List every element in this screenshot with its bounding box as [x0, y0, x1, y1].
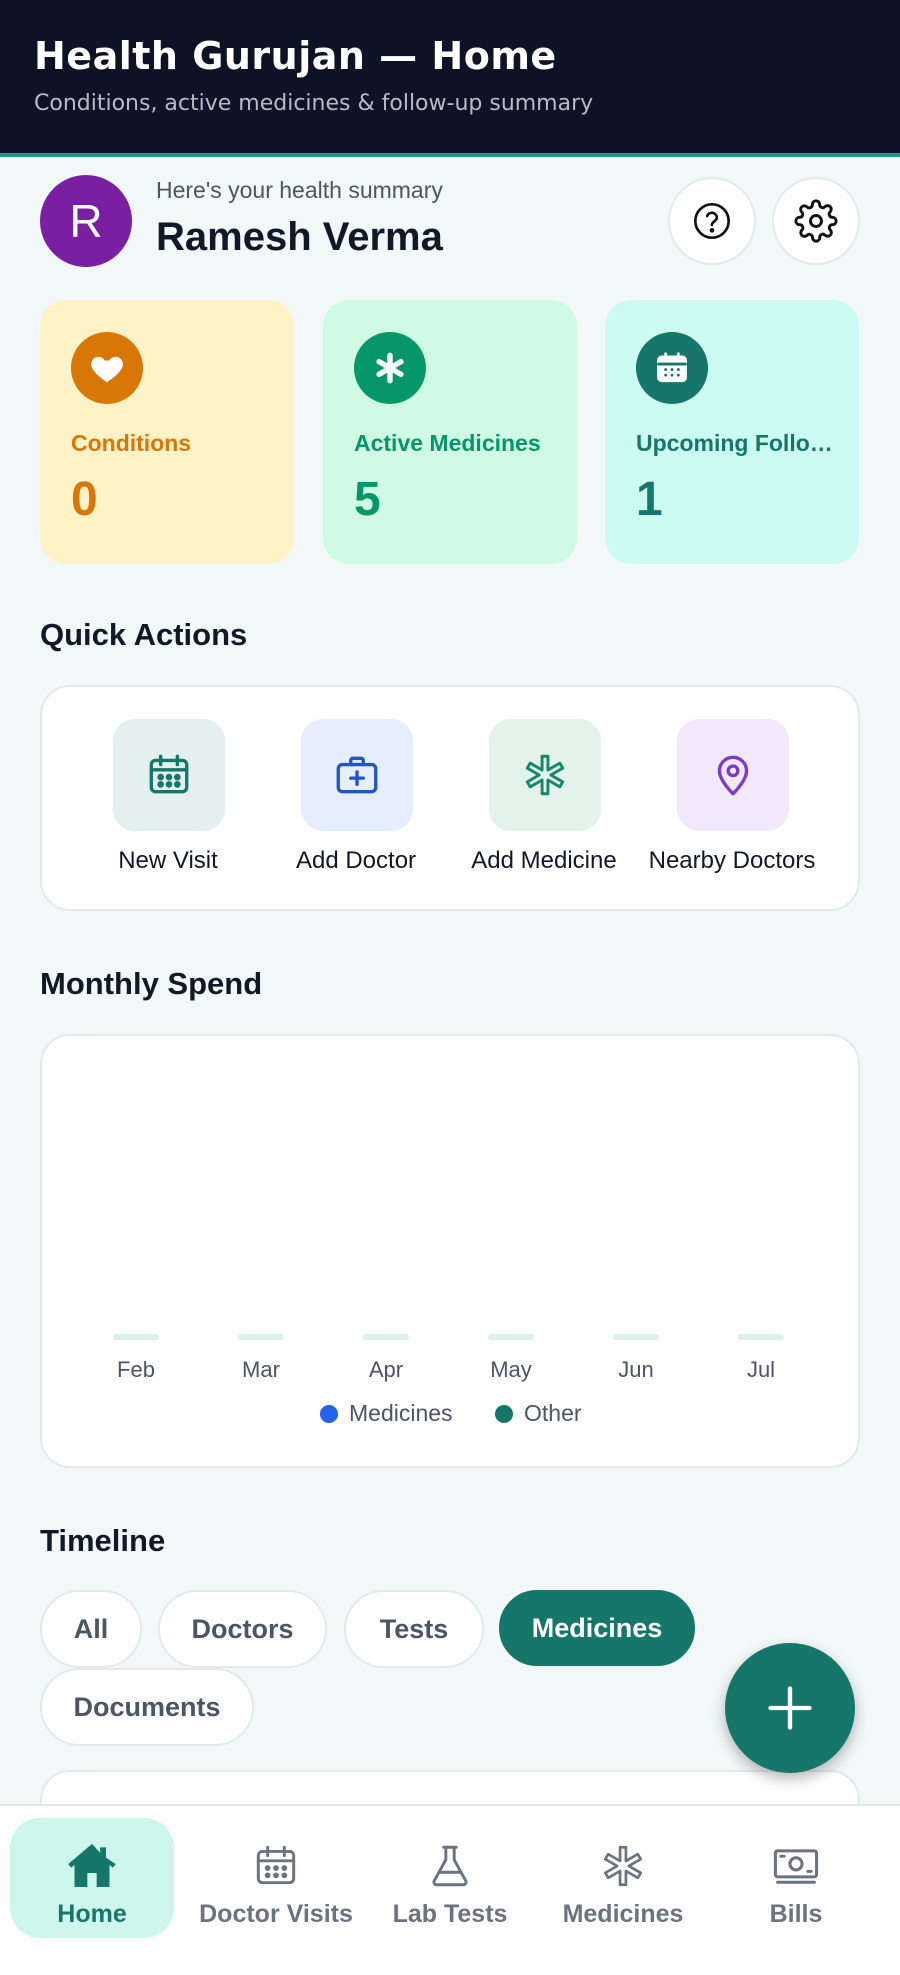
calendar-icon [113, 719, 225, 831]
stat-label: Active Medicines [354, 430, 541, 456]
quick-actions-card: New Visit Add Doctor Add Medicine Nearby… [40, 685, 860, 911]
bar-track [738, 1334, 784, 1340]
quick-action-add-medicine[interactable]: Add Medicine [454, 719, 634, 879]
nav-doctor-visits[interactable]: Doctor Visits [194, 1818, 358, 1938]
user-summary: R Here's your health summary Ramesh Verm… [40, 175, 860, 267]
bar-track [113, 1334, 159, 1340]
stat-label: Conditions [71, 430, 192, 456]
nav-lab-tests[interactable]: Lab Tests [368, 1818, 532, 1938]
avatar[interactable]: R [40, 175, 132, 267]
quick-action-label: Add Medicine [471, 847, 617, 874]
x-tick-label: Jun [618, 1357, 653, 1382]
legend-label: Other [524, 1400, 582, 1426]
x-tick-label: Feb [117, 1357, 155, 1382]
help-icon [694, 203, 730, 239]
quick-action-label: Add Doctor [295, 847, 417, 874]
chip-doctors[interactable]: Doctors [158, 1590, 327, 1668]
bottom-navigation: Home Doctor Visits Lab Tests Medicines B… [0, 1804, 900, 1975]
medical-bag-icon [301, 719, 413, 831]
nav-home[interactable]: Home [10, 1818, 174, 1938]
nav-medicines[interactable]: Medicines [541, 1818, 705, 1938]
asterisk-icon [354, 332, 426, 404]
quick-action-label: Nearby Doctors [648, 847, 816, 874]
heart-icon [71, 332, 143, 404]
map-pin-icon [677, 719, 789, 831]
add-fab-button[interactable] [725, 1643, 855, 1773]
x-tick-label: May [490, 1357, 532, 1382]
quick-actions-title: Quick Actions [40, 617, 248, 652]
nav-label: Home [57, 1900, 127, 1928]
bar-track [488, 1334, 534, 1340]
stat-card-conditions[interactable]: Conditions 0 [40, 300, 294, 564]
nav-label: Bills [769, 1900, 823, 1928]
stat-card-upcoming-followups[interactable]: Upcoming Follo… 1 [605, 300, 859, 564]
help-button[interactable] [668, 177, 756, 265]
nav-label: Lab Tests [392, 1900, 508, 1928]
legend-swatch [495, 1405, 513, 1423]
monthly-spend-chart: Feb Mar Apr May Jun Jul Medicines Other [113, 1334, 784, 1426]
asterisk-icon [489, 719, 601, 831]
x-tick-label: Mar [242, 1357, 280, 1382]
stat-value: 1 [636, 473, 663, 526]
gear-icon [794, 199, 838, 243]
stat-value: 0 [71, 473, 98, 526]
chip-all[interactable]: All [40, 1590, 142, 1668]
chip-medicines[interactable]: Medicines [499, 1590, 695, 1666]
page-subtitle: Conditions, active medicines & follow-up… [34, 91, 594, 116]
x-tick-label: Apr [369, 1357, 403, 1382]
legend-label: Medicines [349, 1400, 453, 1426]
legend-swatch [320, 1405, 338, 1423]
page-title: Health Gurujan — Home [34, 34, 557, 78]
quick-action-nearby-doctors[interactable]: Nearby Doctors [642, 719, 822, 879]
quick-action-new-visit[interactable]: New Visit [78, 719, 258, 879]
home-icon [64, 1838, 120, 1894]
x-tick-label: Jul [747, 1357, 775, 1382]
asterisk-icon [595, 1838, 651, 1894]
user-name: Ramesh Verma [156, 215, 443, 259]
bar-track [363, 1334, 409, 1340]
stat-label: Upcoming Follo… [636, 430, 833, 456]
quick-action-label: New Visit [118, 847, 218, 874]
timeline-title: Timeline [40, 1523, 166, 1558]
calendar-icon [636, 332, 708, 404]
settings-button[interactable] [772, 177, 860, 265]
bar-track [613, 1334, 659, 1340]
flask-icon [422, 1838, 478, 1894]
monthly-spend-card: Feb Mar Apr May Jun Jul Medicines Other [40, 1034, 860, 1468]
quick-action-add-doctor[interactable]: Add Doctor [266, 719, 446, 879]
chip-tests[interactable]: Tests [344, 1590, 484, 1668]
chip-documents[interactable]: Documents [40, 1668, 254, 1746]
nav-label: Medicines [562, 1900, 684, 1928]
nav-bills[interactable]: Bills [714, 1818, 878, 1938]
stat-value: 5 [354, 473, 381, 526]
calendar-icon [248, 1838, 304, 1894]
app-header: Health Gurujan — Home Conditions, active… [0, 0, 900, 157]
plus-icon [768, 1686, 812, 1730]
greeting-text: Here's your health summary [156, 177, 443, 203]
nav-label: Doctor Visits [199, 1900, 353, 1928]
banknote-icon [768, 1838, 824, 1894]
bar-track [238, 1334, 284, 1340]
monthly-spend-title: Monthly Spend [40, 966, 263, 1001]
stat-card-active-medicines[interactable]: Active Medicines 5 [323, 300, 577, 564]
